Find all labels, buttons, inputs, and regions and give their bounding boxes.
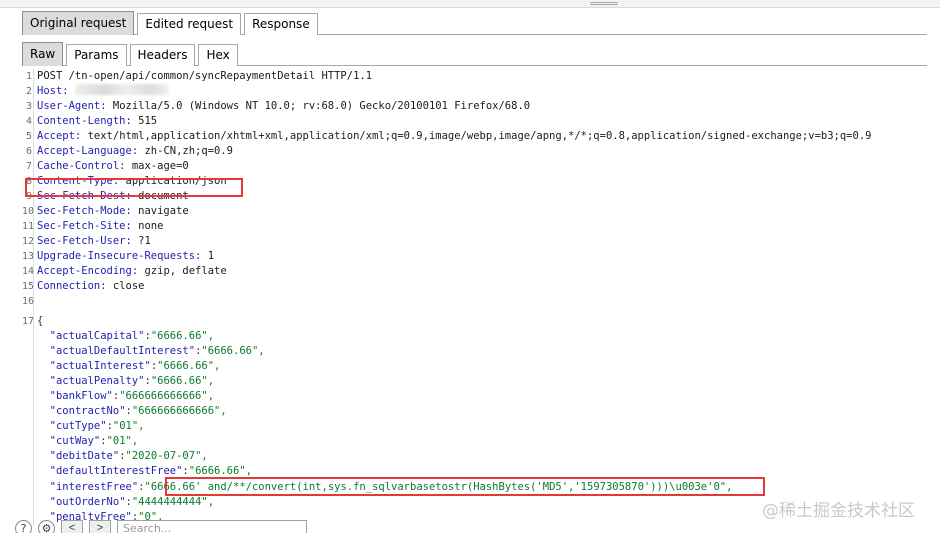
json-key: "defaultInterestFree" xyxy=(49,465,183,477)
help-icon[interactable]: ? xyxy=(15,520,32,533)
json-key: "debitDate" xyxy=(49,450,120,462)
header-value: ?1 xyxy=(131,235,151,247)
header-name: Connection: xyxy=(37,280,107,292)
header-name: Accept: xyxy=(37,130,82,142)
header-value: application/json xyxy=(119,175,227,187)
tab-hex[interactable]: Hex xyxy=(198,44,238,66)
json-value: "01", xyxy=(112,420,145,432)
json-key: "outOrderNo" xyxy=(49,496,126,508)
json-key: "actualCapital" xyxy=(49,330,145,342)
line-number: 15 xyxy=(22,281,35,292)
tab-headers[interactable]: Headers xyxy=(129,44,196,66)
json-key: "contractNo" xyxy=(49,405,126,417)
header-name: Accept-Language: xyxy=(37,145,139,157)
header-value: text/html,application/xhtml+xml,applicat… xyxy=(81,130,872,142)
header-value: navigate xyxy=(131,205,189,217)
header-name: Content-Type: xyxy=(37,175,120,187)
line-number: 1 xyxy=(25,71,32,82)
header-value: 1 xyxy=(201,250,215,262)
header-value: Mozilla/5.0 (Windows NT 10.0; rv:68.0) G… xyxy=(106,100,531,112)
line-number: 14 xyxy=(22,266,35,277)
line-number: 5 xyxy=(25,131,32,142)
line-number: 2 xyxy=(25,86,32,97)
header-name: Content-Length: xyxy=(37,115,132,127)
tab-params[interactable]: Params xyxy=(66,44,127,66)
splitter-grip-icon[interactable] xyxy=(590,2,618,5)
search-input[interactable]: Search... xyxy=(117,520,307,533)
json-value: "666666666666", xyxy=(131,405,227,417)
header-value: max-age=0 xyxy=(125,160,189,172)
line-number: 12 xyxy=(22,236,35,247)
search-bar: ? ⚙ < > Search... xyxy=(15,520,307,533)
line-number: 6 xyxy=(25,146,32,157)
json-value: "6666.66", xyxy=(188,465,252,477)
header-value: none xyxy=(131,220,164,232)
tab-original-request[interactable]: Original request xyxy=(22,11,135,35)
line-number: 16 xyxy=(22,296,35,307)
header-value: 515 xyxy=(131,115,158,127)
header-value: gzip, deflate xyxy=(138,265,227,277)
header-name: Host: xyxy=(37,85,69,97)
view-tabs: Raw Params Headers Hex xyxy=(22,42,927,66)
line-number: 9 xyxy=(25,191,32,202)
json-value: "4444444444", xyxy=(131,496,215,508)
line-number: 17 xyxy=(22,316,35,327)
json-value-sql-injection: "6666.66' and/**/convert(int,sys.fn_sqlv… xyxy=(144,481,733,493)
top-splitter[interactable] xyxy=(0,0,940,8)
json-value: "6666.66", xyxy=(157,360,221,372)
json-value: "2020-07-07", xyxy=(125,450,208,462)
tab-response[interactable]: Response xyxy=(244,13,318,35)
json-value: "6666.66", xyxy=(201,345,265,357)
json-key: "interestFree" xyxy=(49,481,139,493)
request-line-text: POST /tn-open/api/common/syncRepaymentDe… xyxy=(37,70,373,82)
json-value: "01", xyxy=(106,435,139,447)
json-key: "actualPenalty" xyxy=(49,375,145,387)
line-number: 11 xyxy=(22,221,35,232)
json-key: "cutType" xyxy=(49,420,107,432)
line-number: 8 xyxy=(25,176,32,187)
json-key: "cutWay" xyxy=(49,435,101,447)
redacted-host-value xyxy=(74,84,169,95)
json-value: "6666.66", xyxy=(150,375,215,387)
json-open-brace: { xyxy=(37,315,44,327)
json-key: "actualDefaultInterest" xyxy=(49,345,196,357)
header-name: Sec-Fetch-Dest: xyxy=(37,190,132,202)
header-value: zh-CN,zh;q=0.9 xyxy=(138,145,233,157)
json-key: "bankFlow" xyxy=(49,390,113,402)
header-name: Upgrade-Insecure-Requests: xyxy=(37,250,202,262)
header-name: Sec-Fetch-User: xyxy=(37,235,132,247)
line-number: 7 xyxy=(25,161,32,172)
request-tabs: Original request Edited request Response xyxy=(22,11,927,35)
header-name: User-Agent: xyxy=(37,100,107,112)
header-name: Sec-Fetch-Site: xyxy=(37,220,132,232)
tab-edited-request[interactable]: Edited request xyxy=(137,13,242,35)
line-number: 3 xyxy=(25,101,32,112)
line-number: 4 xyxy=(25,116,32,127)
header-name: Cache-Control: xyxy=(37,160,126,172)
json-key: "actualInterest" xyxy=(49,360,151,372)
tab-raw[interactable]: Raw xyxy=(22,42,64,66)
watermark: @稀土掘金技术社区 xyxy=(762,501,915,521)
raw-request-editor[interactable]: 1 POST /tn-open/api/common/syncRepaymentD… xyxy=(22,69,940,525)
next-match-button[interactable]: > xyxy=(89,520,111,533)
json-value: "666666666666", xyxy=(119,390,215,402)
previous-match-button[interactable]: < xyxy=(61,520,83,533)
header-name: Sec-Fetch-Mode: xyxy=(37,205,132,217)
header-value: document xyxy=(131,190,189,202)
json-value: "6666.66", xyxy=(150,330,215,342)
header-name: Accept-Encoding: xyxy=(37,265,139,277)
settings-icon[interactable]: ⚙ xyxy=(38,520,55,533)
header-value: close xyxy=(106,280,145,292)
line-number: 10 xyxy=(22,206,35,217)
line-number: 13 xyxy=(22,251,35,262)
